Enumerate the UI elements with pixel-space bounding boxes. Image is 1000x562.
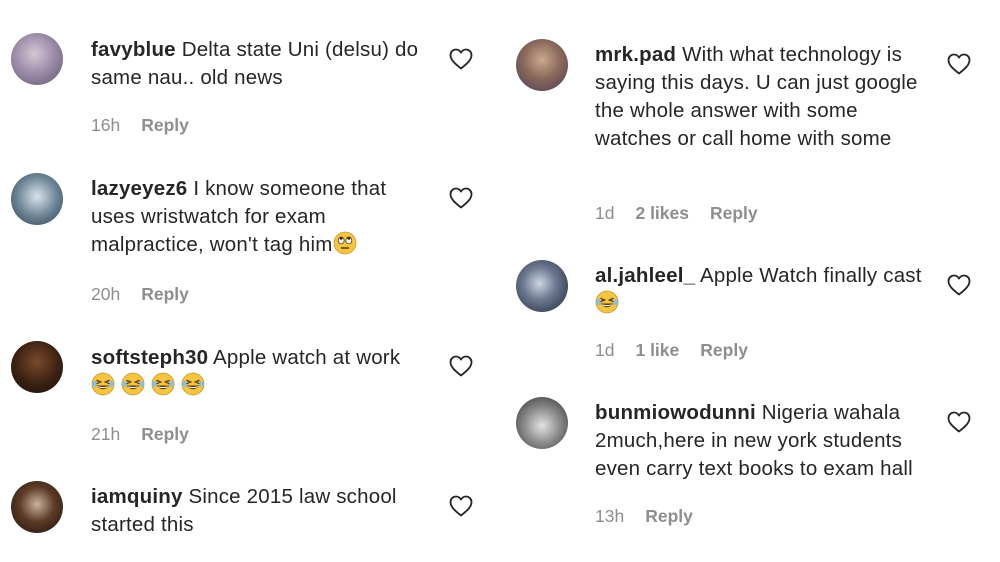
comment-meta: 1d 1 like Reply (595, 340, 748, 361)
reply-button[interactable]: Reply (141, 115, 189, 136)
reply-button[interactable]: Reply (141, 284, 189, 305)
comment-body: Apple watch at work (213, 346, 401, 369)
grinning-squinting-face-icon (91, 372, 115, 396)
heart-icon[interactable] (947, 274, 971, 296)
comment-text: bunmiowodunni Nigeria wahala 2much,here … (595, 399, 935, 483)
comment-time: 20h (91, 284, 121, 304)
grinning-squinting-face-icon (121, 372, 145, 396)
comment-time: 1d (595, 340, 615, 360)
comment-username[interactable]: iamquiny (91, 485, 183, 508)
comment-time: 1d (595, 203, 615, 223)
grinning-squinting-face-icon (595, 290, 619, 314)
grinning-squinting-face-icon (181, 372, 205, 396)
comment-meta: 1d 2 likes Reply (595, 203, 758, 224)
likes-count[interactable]: 1 like (635, 340, 679, 361)
heart-icon[interactable] (947, 53, 971, 75)
avatar[interactable] (11, 33, 63, 85)
comment-time: 13h (595, 506, 625, 526)
comment-meta: 13h Reply (595, 506, 693, 527)
avatar[interactable] (11, 481, 63, 533)
grinning-squinting-face-icon (151, 372, 175, 396)
reply-button[interactable]: Reply (645, 506, 693, 527)
heart-icon[interactable] (449, 187, 473, 209)
avatar[interactable] (516, 260, 568, 312)
reply-button[interactable]: Reply (710, 203, 758, 224)
reply-button[interactable]: Reply (141, 424, 189, 445)
emoji-row (91, 374, 205, 397)
comment-meta: 21h Reply (91, 424, 189, 445)
reply-button[interactable]: Reply (700, 340, 748, 361)
heart-icon[interactable] (449, 495, 473, 517)
comment-meta: 20h Reply (91, 284, 189, 305)
heart-icon[interactable] (947, 411, 971, 433)
comment-text: lazyeyez6 I know someone that uses wrist… (91, 175, 431, 259)
likes-count[interactable]: 2 likes (635, 203, 689, 224)
comment-text: mrk.pad With what technology is saying t… (595, 41, 935, 153)
comment-username[interactable]: al.jahleel_ (595, 264, 695, 287)
heart-icon[interactable] (449, 48, 473, 70)
comment-username[interactable]: softsteph30 (91, 346, 208, 369)
comment-text: iamquiny Since 2015 law school started t… (91, 483, 431, 539)
comment-username[interactable]: favyblue (91, 38, 176, 61)
comment-username[interactable]: lazyeyez6 (91, 177, 187, 200)
comment-username[interactable]: bunmiowodunni (595, 401, 756, 424)
comment-username[interactable]: mrk.pad (595, 43, 676, 66)
comment-meta: 16h Reply (91, 115, 189, 136)
comment-time: 16h (91, 115, 121, 135)
avatar[interactable] (11, 341, 63, 393)
comment-text: softsteph30 Apple watch at work (91, 344, 431, 400)
comment-time: 21h (91, 424, 121, 444)
comment-text: al.jahleel_ Apple Watch finally cast (595, 262, 935, 318)
avatar[interactable] (516, 397, 568, 449)
comment-body: Apple Watch finally cast (699, 264, 922, 287)
avatar[interactable] (11, 173, 63, 225)
avatar[interactable] (516, 39, 568, 91)
heart-icon[interactable] (449, 355, 473, 377)
comment-text: favyblue Delta state Uni (delsu) do same… (91, 36, 431, 92)
face-with-rolling-eyes-icon (333, 231, 357, 255)
